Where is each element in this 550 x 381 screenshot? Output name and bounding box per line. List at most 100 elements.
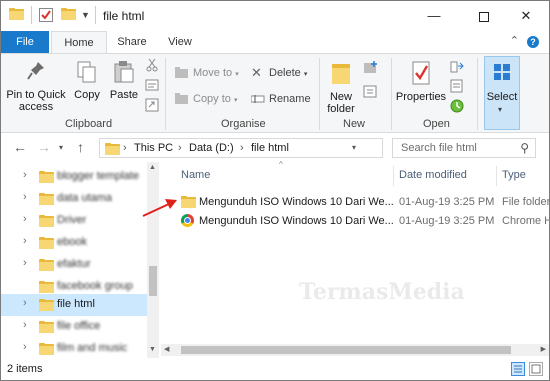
breadcrumb-separator-icon[interactable]: › — [178, 142, 182, 154]
breadcrumb-separator-icon[interactable]: › — [123, 142, 127, 154]
address-dropdown-icon[interactable]: ▾ — [352, 143, 356, 152]
nav-item-data-utama[interactable]: › data utama — [1, 188, 149, 210]
scroll-up-icon[interactable]: ▲ — [149, 164, 156, 171]
address-row: ← → ▾ ↑ › This PC › Data (D:) › file htm… — [1, 134, 549, 162]
properties-label: Properties — [395, 91, 447, 103]
new-item-icon[interactable] — [363, 60, 379, 79]
item-count: 2 items — [7, 363, 43, 375]
scrollbar-thumb[interactable] — [181, 346, 511, 354]
move-to-icon — [175, 67, 189, 79]
breadcrumb-separator-icon[interactable]: › — [240, 142, 244, 154]
rename-button[interactable]: Rename — [250, 92, 311, 106]
expand-icon[interactable]: › — [23, 191, 27, 203]
breadcrumb-data-d[interactable]: Data (D:) — [189, 142, 234, 154]
file-row[interactable]: Mengunduh ISO Windows 10 Dari We... 01-A… — [173, 211, 549, 231]
scrollbar-thumb[interactable] — [149, 266, 157, 296]
copy-to-label: Copy to — [193, 93, 231, 105]
expand-icon[interactable]: › — [23, 319, 27, 331]
history-icon[interactable] — [449, 98, 465, 117]
back-icon[interactable]: ← — [13, 139, 27, 155]
scroll-down-icon[interactable]: ▼ — [149, 346, 156, 353]
breadcrumb-this-pc[interactable]: This PC — [134, 142, 173, 154]
tab-view[interactable]: View — [159, 31, 201, 53]
file-explorer-window: ▼ file html — ✕ File Home Share View ⌃ ?… — [0, 0, 550, 381]
pin-to-quick-access-button[interactable]: Pin to Quick access — [5, 60, 67, 113]
nav-item-file-office[interactable]: › file office — [1, 316, 149, 338]
folder-icon — [39, 281, 54, 293]
status-bar: 2 items — [1, 358, 549, 380]
file-date: 01-Aug-19 3:25 PM — [399, 215, 495, 227]
delete-button[interactable]: ✕ Delete ▾ — [251, 66, 307, 82]
search-input[interactable]: Search file html ⚲ — [392, 138, 536, 158]
copy-path-icon[interactable] — [145, 78, 159, 95]
copy-button[interactable]: Copy — [71, 60, 103, 101]
column-header-name[interactable]: Name — [181, 169, 210, 181]
dropdown-icon: ▾ — [233, 97, 238, 104]
tab-file[interactable]: File — [1, 31, 49, 53]
recent-locations-icon[interactable]: ▾ — [59, 143, 63, 152]
expand-icon[interactable]: › — [23, 213, 27, 225]
nav-item-efaktur[interactable]: › efaktur — [1, 254, 149, 276]
column-divider[interactable] — [393, 166, 394, 186]
details-view-icon[interactable] — [511, 362, 525, 376]
nav-item-label: file html — [57, 298, 95, 310]
file-row[interactable]: Mengunduh ISO Windows 10 Dari We... 01-A… — [173, 192, 549, 212]
tab-home[interactable]: Home — [51, 31, 107, 54]
collapse-ribbon-icon[interactable]: ⌃ — [510, 34, 519, 47]
move-to-button[interactable]: Move to ▾ — [175, 66, 239, 82]
paste-shortcut-icon[interactable] — [145, 98, 159, 115]
expand-icon[interactable]: › — [23, 341, 27, 353]
delete-label: Delete — [269, 67, 301, 79]
move-to-label: Move to — [193, 67, 233, 79]
annotation-arrow-icon — [142, 199, 177, 217]
new-folder-button[interactable]: New folder — [323, 60, 359, 115]
pin-icon — [27, 62, 44, 80]
nav-item-label: file office — [57, 320, 101, 332]
horizontal-scrollbar[interactable]: ◀ ▶ — [161, 344, 549, 356]
column-header-type[interactable]: Type — [502, 169, 526, 181]
folder-icon — [39, 321, 54, 333]
nav-item-label: data utama — [57, 192, 113, 204]
expand-icon[interactable]: › — [23, 257, 27, 269]
forward-icon[interactable]: → — [37, 139, 51, 155]
close-button[interactable]: ✕ — [503, 1, 549, 31]
expand-icon[interactable]: › — [23, 235, 27, 247]
nav-item-label: Driver — [57, 214, 87, 226]
search-icon: ⚲ — [520, 141, 529, 155]
copy-to-button[interactable]: Copy to ▾ — [175, 92, 238, 108]
properties-button[interactable]: Properties — [395, 60, 447, 103]
nav-item-film-and-music[interactable]: › film and music — [1, 338, 149, 360]
nav-item-ebook[interactable]: › ebook — [1, 232, 149, 254]
nav-item-file-html[interactable]: › file html — [1, 294, 149, 316]
nav-pane-scrollbar[interactable]: ▲ ▼ — [147, 162, 159, 358]
tab-share[interactable]: Share — [111, 31, 153, 53]
customize-toolbar-icon[interactable]: ▼ — [81, 10, 90, 26]
open-icon[interactable] — [449, 58, 465, 77]
nav-item-label: blogger template — [57, 170, 139, 182]
column-header-date-modified[interactable]: Date modified — [399, 169, 467, 181]
expand-icon[interactable]: › — [23, 297, 27, 309]
minimize-button[interactable]: — — [411, 1, 457, 31]
new-folder-quick-access-icon[interactable] — [61, 8, 76, 24]
paste-button[interactable]: Paste — [107, 60, 141, 101]
large-icons-view-icon[interactable] — [529, 362, 543, 376]
expand-icon[interactable]: › — [23, 169, 27, 181]
select-button[interactable]: Select ▾ — [484, 56, 520, 130]
column-divider[interactable] — [496, 166, 497, 186]
folder-icon — [39, 343, 54, 355]
nav-item-driver[interactable]: › Driver — [1, 210, 149, 232]
help-icon[interactable]: ? — [527, 36, 539, 48]
cut-icon[interactable] — [145, 58, 159, 75]
rename-icon — [250, 93, 265, 105]
address-bar[interactable]: › This PC › Data (D:) › file html ▾ ↻ — [99, 138, 479, 158]
scroll-left-icon[interactable]: ◀ — [164, 345, 169, 353]
edit-icon[interactable] — [449, 78, 465, 97]
maximize-button[interactable] — [461, 1, 507, 31]
up-icon[interactable]: ↑ — [77, 139, 84, 155]
properties-quick-access-icon[interactable] — [39, 8, 53, 22]
ribbon: Pin to Quick access Copy Paste Clipboard… — [1, 53, 549, 133]
nav-item-blogger-template[interactable]: › blogger template — [1, 166, 149, 188]
easy-access-icon[interactable] — [363, 84, 379, 103]
scroll-right-icon[interactable]: ▶ — [541, 345, 546, 353]
breadcrumb-file-html[interactable]: file html — [251, 142, 289, 154]
